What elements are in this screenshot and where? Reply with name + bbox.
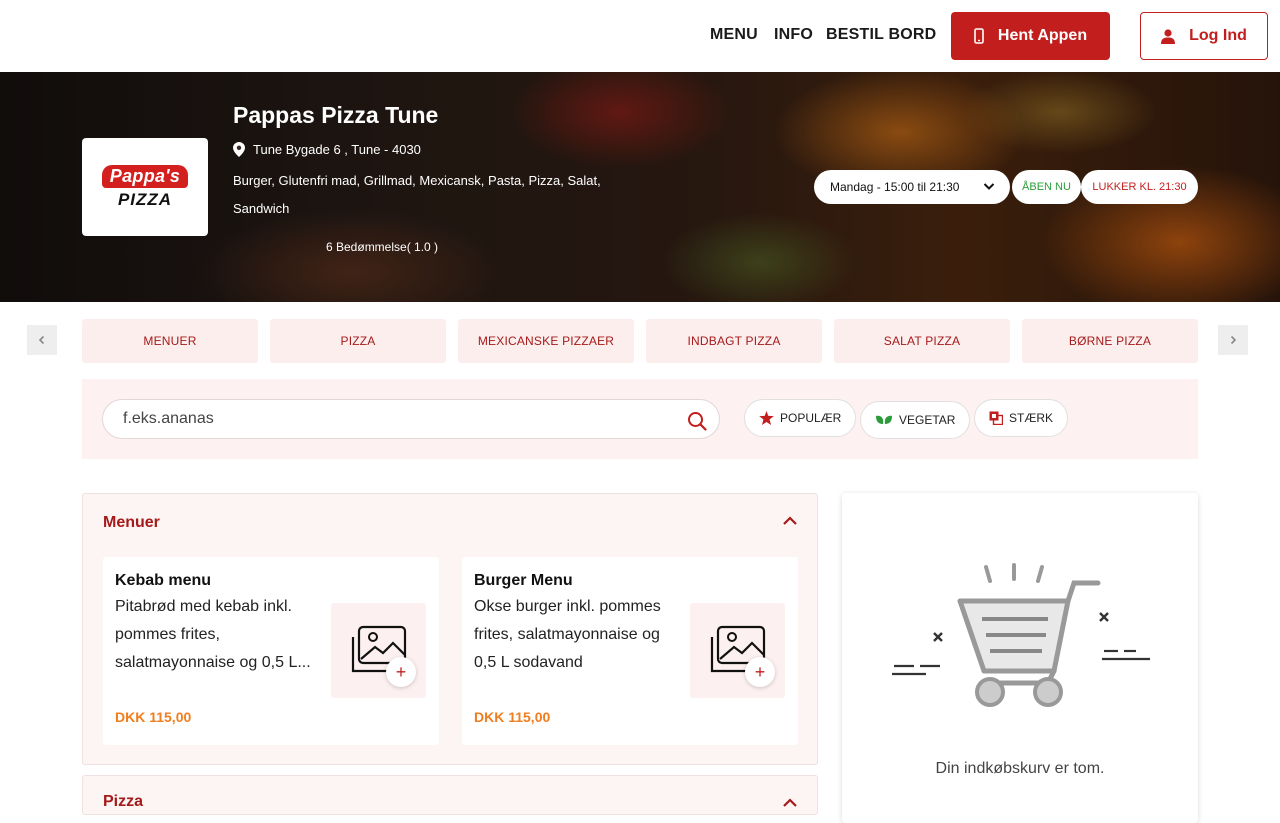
- rating-text[interactable]: 6 Bedømmelse( 1.0 ): [326, 240, 438, 254]
- menu-section-menuer: Menuer Kebab menu Pitabrød med kebab ink…: [82, 493, 818, 765]
- category-scroll-left-button[interactable]: [27, 325, 57, 355]
- cuisine-tags: Burger, Glutenfri mad, Grillmad, Mexican…: [233, 173, 601, 216]
- add-to-cart-button[interactable]: +: [386, 657, 416, 687]
- item-description: Pitabrød med kebab inkl. pommes frites, …: [115, 598, 311, 671]
- chevron-up-icon[interactable]: [781, 512, 799, 530]
- login-label: Log Ind: [1189, 27, 1247, 44]
- restaurant-logo: Pappa's PIZZA: [82, 138, 208, 236]
- menu-item-card[interactable]: Burger Menu Okse burger inkl. pommes fri…: [462, 557, 798, 745]
- get-app-button[interactable]: Hent Appen: [951, 12, 1110, 60]
- menu-section-pizza: Pizza: [82, 775, 818, 815]
- section-title[interactable]: Pizza: [103, 793, 143, 811]
- category-tab-indbagt-pizza[interactable]: INDBAGT PIZZA: [646, 319, 822, 363]
- menu-item-card[interactable]: Kebab menu Pitabrød med kebab inkl. pomm…: [103, 557, 439, 745]
- opening-hours-select[interactable]: Mandag - 15:00 til 21:30: [814, 170, 1010, 204]
- add-to-cart-button[interactable]: +: [745, 657, 775, 687]
- item-image-placeholder: +: [690, 603, 785, 698]
- open-status-badge: ÅBEN NU: [1012, 170, 1081, 204]
- category-tab-boerne-pizza[interactable]: BØRNE PIZZA: [1022, 319, 1198, 363]
- empty-cart-message: Din indkøbskurv er tom.: [935, 760, 1105, 777]
- chili-icon: [989, 411, 1003, 425]
- nav-info-link[interactable]: INFO: [774, 26, 813, 44]
- category-tab-salat-pizza[interactable]: SALAT PIZZA: [834, 319, 1010, 363]
- empty-cart-icon: [892, 563, 1150, 707]
- search-icon[interactable]: [687, 411, 707, 431]
- category-tab-menuer[interactable]: MENUER: [82, 319, 258, 363]
- category-tab-pizza[interactable]: PIZZA: [270, 319, 446, 363]
- leaf-icon: [876, 415, 892, 424]
- location-pin-icon: [233, 142, 245, 157]
- nav-menu-link[interactable]: MENU: [710, 26, 758, 44]
- search-box: [102, 399, 720, 439]
- filter-strong-button[interactable]: STÆRK: [974, 399, 1069, 437]
- nav-book-table-link[interactable]: BESTIL BORD: [826, 26, 936, 44]
- address-text: Tune Bygade 6 , Tune - 4030: [253, 142, 421, 157]
- search-filter-panel: POPULÆR VEGETAR STÆRK: [82, 379, 1198, 459]
- phone-icon: [974, 28, 984, 44]
- chevron-down-icon: [983, 183, 995, 190]
- logo-text-bottom: PIZZA: [117, 189, 173, 209]
- item-name: Burger Menu: [474, 572, 573, 589]
- top-navbar: MENU INFO BESTIL BORD Hent Appen Log Ind: [0, 0, 1280, 72]
- item-name: Kebab menu: [115, 572, 212, 589]
- section-title[interactable]: Menuer: [103, 514, 160, 532]
- search-input[interactable]: [123, 400, 683, 438]
- filter-popular-button[interactable]: POPULÆR: [744, 399, 857, 437]
- category-tab-mexicanske-pizzaer[interactable]: MEXICANSKE PIZZAER: [458, 319, 634, 363]
- closing-time-badge: LUKKER KL. 21:30: [1081, 170, 1198, 204]
- get-app-label: Hent Appen: [997, 27, 1088, 44]
- logo-text-top: Pappa's: [101, 164, 189, 188]
- user-icon: [1161, 28, 1176, 44]
- star-icon: [759, 411, 774, 425]
- chevron-up-icon[interactable]: [781, 794, 799, 812]
- opening-hours-value: Mandag - 15:00 til 21:30: [830, 180, 960, 194]
- item-price: DKK 115,00: [115, 709, 192, 725]
- filter-strong-label: STÆRK: [1009, 411, 1054, 425]
- restaurant-address: Tune Bygade 6 , Tune - 4030: [233, 142, 421, 157]
- chevron-left-icon: [38, 335, 45, 345]
- chevron-right-icon: [1230, 335, 1237, 345]
- item-description: Okse burger inkl. pommes frites, salatma…: [474, 598, 661, 671]
- category-scroll-right-button[interactable]: [1218, 325, 1248, 355]
- item-price: DKK 115,00: [474, 709, 551, 725]
- filter-popular-label: POPULÆR: [780, 411, 842, 425]
- restaurant-hero: Pappa's PIZZA Pappas Pizza Tune Tune Byg…: [0, 72, 1280, 302]
- login-button[interactable]: Log Ind: [1140, 12, 1268, 60]
- filter-vegetarian-label: VEGETAR: [899, 413, 956, 427]
- filter-vegetarian-button[interactable]: VEGETAR: [860, 401, 971, 439]
- item-image-placeholder: +: [331, 603, 426, 698]
- restaurant-name: Pappas Pizza Tune: [233, 102, 439, 128]
- shopping-cart-panel: Din indkøbskurv er tom.: [842, 493, 1198, 823]
